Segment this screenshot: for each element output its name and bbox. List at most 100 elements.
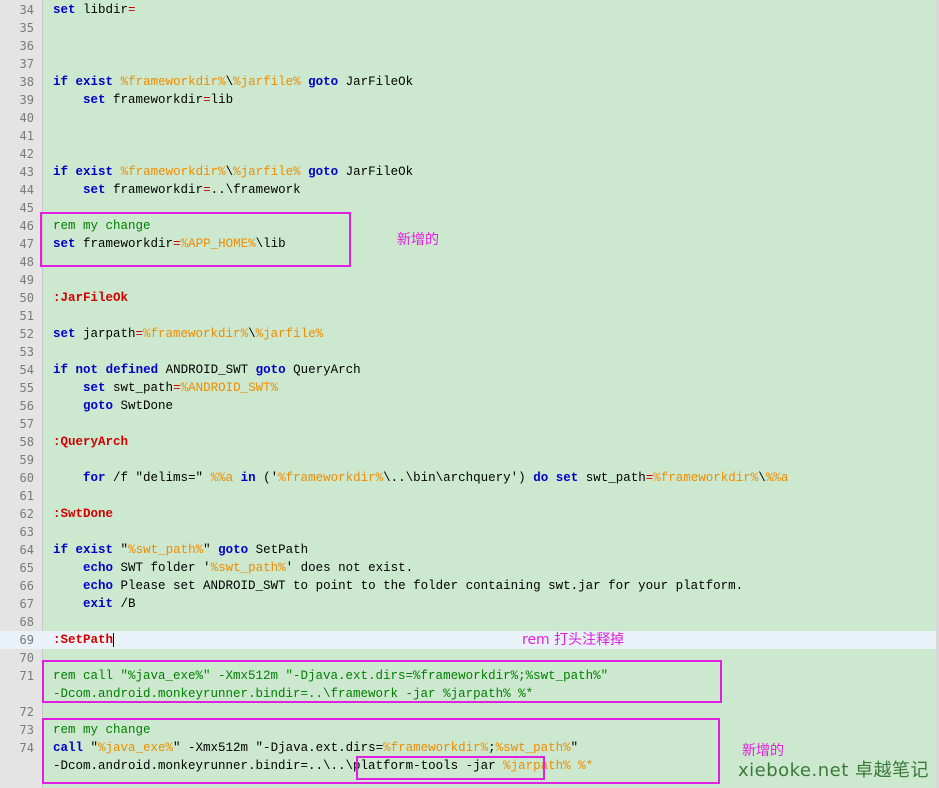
line-number: 46 xyxy=(19,219,34,233)
code-line[interactable]: 66 echo Please set ANDROID_SWT to point … xyxy=(0,577,939,595)
code-token: QueryArch xyxy=(285,363,361,377)
code-text: :SwtDone xyxy=(53,505,113,523)
code-text: :JarFileOk xyxy=(53,289,128,307)
code-line[interactable]: 59 xyxy=(0,451,939,469)
line-number: 74 xyxy=(19,741,34,755)
code-line[interactable]: 44 set frameworkdir=..\framework xyxy=(0,181,939,199)
code-token: %frameworkdir% xyxy=(143,327,249,341)
code-token: \..\bin\archquery') xyxy=(383,471,534,485)
code-token: ANDROID_SWT xyxy=(158,363,256,377)
code-token: = xyxy=(203,183,211,197)
code-line[interactable]: 54 if not defined ANDROID_SWT goto QueryA… xyxy=(0,361,939,379)
code-token: do xyxy=(533,471,549,485)
code-token: set xyxy=(83,381,106,395)
code-token: swt_path xyxy=(105,381,174,395)
code-token: SWT folder ' xyxy=(113,561,211,575)
code-line[interactable]: 61 xyxy=(0,487,939,505)
code-text: :QueryArch xyxy=(53,433,128,451)
code-token: = xyxy=(173,381,181,395)
code-text: set swt_path=%ANDROID_SWT% xyxy=(53,379,278,397)
highlight-box-added-1 xyxy=(40,212,351,267)
line-number: 63 xyxy=(19,525,34,539)
code-token: %jarfile% xyxy=(233,165,301,179)
code-line[interactable]: 68 xyxy=(0,613,939,631)
line-number: 71 xyxy=(19,669,34,683)
line-number: 73 xyxy=(19,723,34,737)
code-token: if xyxy=(53,363,69,377)
line-number: 68 xyxy=(19,615,34,629)
line-number: 56 xyxy=(19,399,34,413)
line-number: 39 xyxy=(19,93,34,107)
line-number: 47 xyxy=(19,237,34,251)
code-line[interactable]: 69:SetPath xyxy=(0,631,939,649)
code-text: echo SWT folder '%swt_path%' does not ex… xyxy=(53,559,413,577)
code-line[interactable]: 53 xyxy=(0,343,939,361)
code-line[interactable]: 37 xyxy=(0,55,939,73)
code-line[interactable]: 58:QueryArch xyxy=(0,433,939,451)
code-line[interactable]: 56 goto SwtDone xyxy=(0,397,939,415)
text-cursor xyxy=(113,632,115,647)
code-editor[interactable]: 34 set libdir= 35 36 37 38 if exist %framework… xyxy=(0,0,939,788)
code-token: \ xyxy=(225,75,234,89)
line-number: 72 xyxy=(19,705,34,719)
code-text: echo Please set ANDROID_SWT to point to … xyxy=(53,577,743,595)
code-line[interactable]: 55 set swt_path=%ANDROID_SWT% xyxy=(0,379,939,397)
line-number: 41 xyxy=(19,129,34,143)
code-line[interactable]: 60 for /f "delims=" %%a in ('%frameworkd… xyxy=(0,469,939,487)
code-line[interactable]: 63 xyxy=(0,523,939,541)
code-line[interactable]: 34 set libdir= xyxy=(0,1,939,19)
code-text: goto SwtDone xyxy=(53,397,173,415)
code-token: \ xyxy=(225,165,234,179)
code-token: JarFileOk xyxy=(338,75,414,89)
code-token: libdir xyxy=(75,3,129,17)
code-line[interactable]: 51 xyxy=(0,307,939,325)
line-number: 65 xyxy=(19,561,34,575)
code-token: = xyxy=(135,327,144,341)
code-token: " xyxy=(203,543,219,557)
code-line[interactable]: 39 set frameworkdir=lib xyxy=(0,91,939,109)
code-token: in xyxy=(240,471,256,485)
line-number: 70 xyxy=(19,651,34,665)
code-line[interactable]: 38 if exist %frameworkdir%\%jarfile% goto… xyxy=(0,73,939,91)
code-line[interactable]: 64 if exist "%swt_path%" goto SetPath xyxy=(0,541,939,559)
code-line[interactable]: 52 set jarpath=%frameworkdir%\%jarfile% xyxy=(0,325,939,343)
code-line[interactable]: 62:SwtDone xyxy=(0,505,939,523)
code-line[interactable]: 41 xyxy=(0,127,939,145)
code-text: set frameworkdir=..\framework xyxy=(53,181,301,199)
code-token: /B xyxy=(113,597,136,611)
code-token: %frameworkdir% xyxy=(653,471,759,485)
code-text: set frameworkdir=lib xyxy=(53,91,233,109)
code-token: = xyxy=(128,3,136,17)
code-token: %frameworkdir% xyxy=(278,471,384,485)
code-token: " xyxy=(113,543,129,557)
code-line[interactable]: 42 xyxy=(0,145,939,163)
code-token: if xyxy=(53,75,69,89)
code-token: %jarfile% xyxy=(233,75,301,89)
line-number: 66 xyxy=(19,579,34,593)
code-line[interactable]: 49 xyxy=(0,271,939,289)
code-text: if exist %frameworkdir%\%jarfile% goto J… xyxy=(53,73,413,91)
line-number: 37 xyxy=(19,57,34,71)
code-line[interactable]: 36 xyxy=(0,37,939,55)
code-line[interactable]: 67 exit /B xyxy=(0,595,939,613)
code-line[interactable]: 43 if exist %frameworkdir%\%jarfile% goto… xyxy=(0,163,939,181)
code-line[interactable]: 40 xyxy=(0,109,939,127)
code-token: exist xyxy=(75,75,114,89)
line-number: 60 xyxy=(19,471,34,485)
code-token: set xyxy=(555,471,579,485)
code-token: \ xyxy=(758,471,766,485)
code-line[interactable]: 50:JarFileOk xyxy=(0,289,939,307)
code-line[interactable]: 57 xyxy=(0,415,939,433)
code-token: set xyxy=(83,183,106,197)
code-line[interactable]: 65 echo SWT folder '%swt_path%' does not… xyxy=(0,559,939,577)
line-number: 57 xyxy=(19,417,34,431)
code-line[interactable]: 35 xyxy=(0,19,939,37)
line-number: 44 xyxy=(19,183,34,197)
